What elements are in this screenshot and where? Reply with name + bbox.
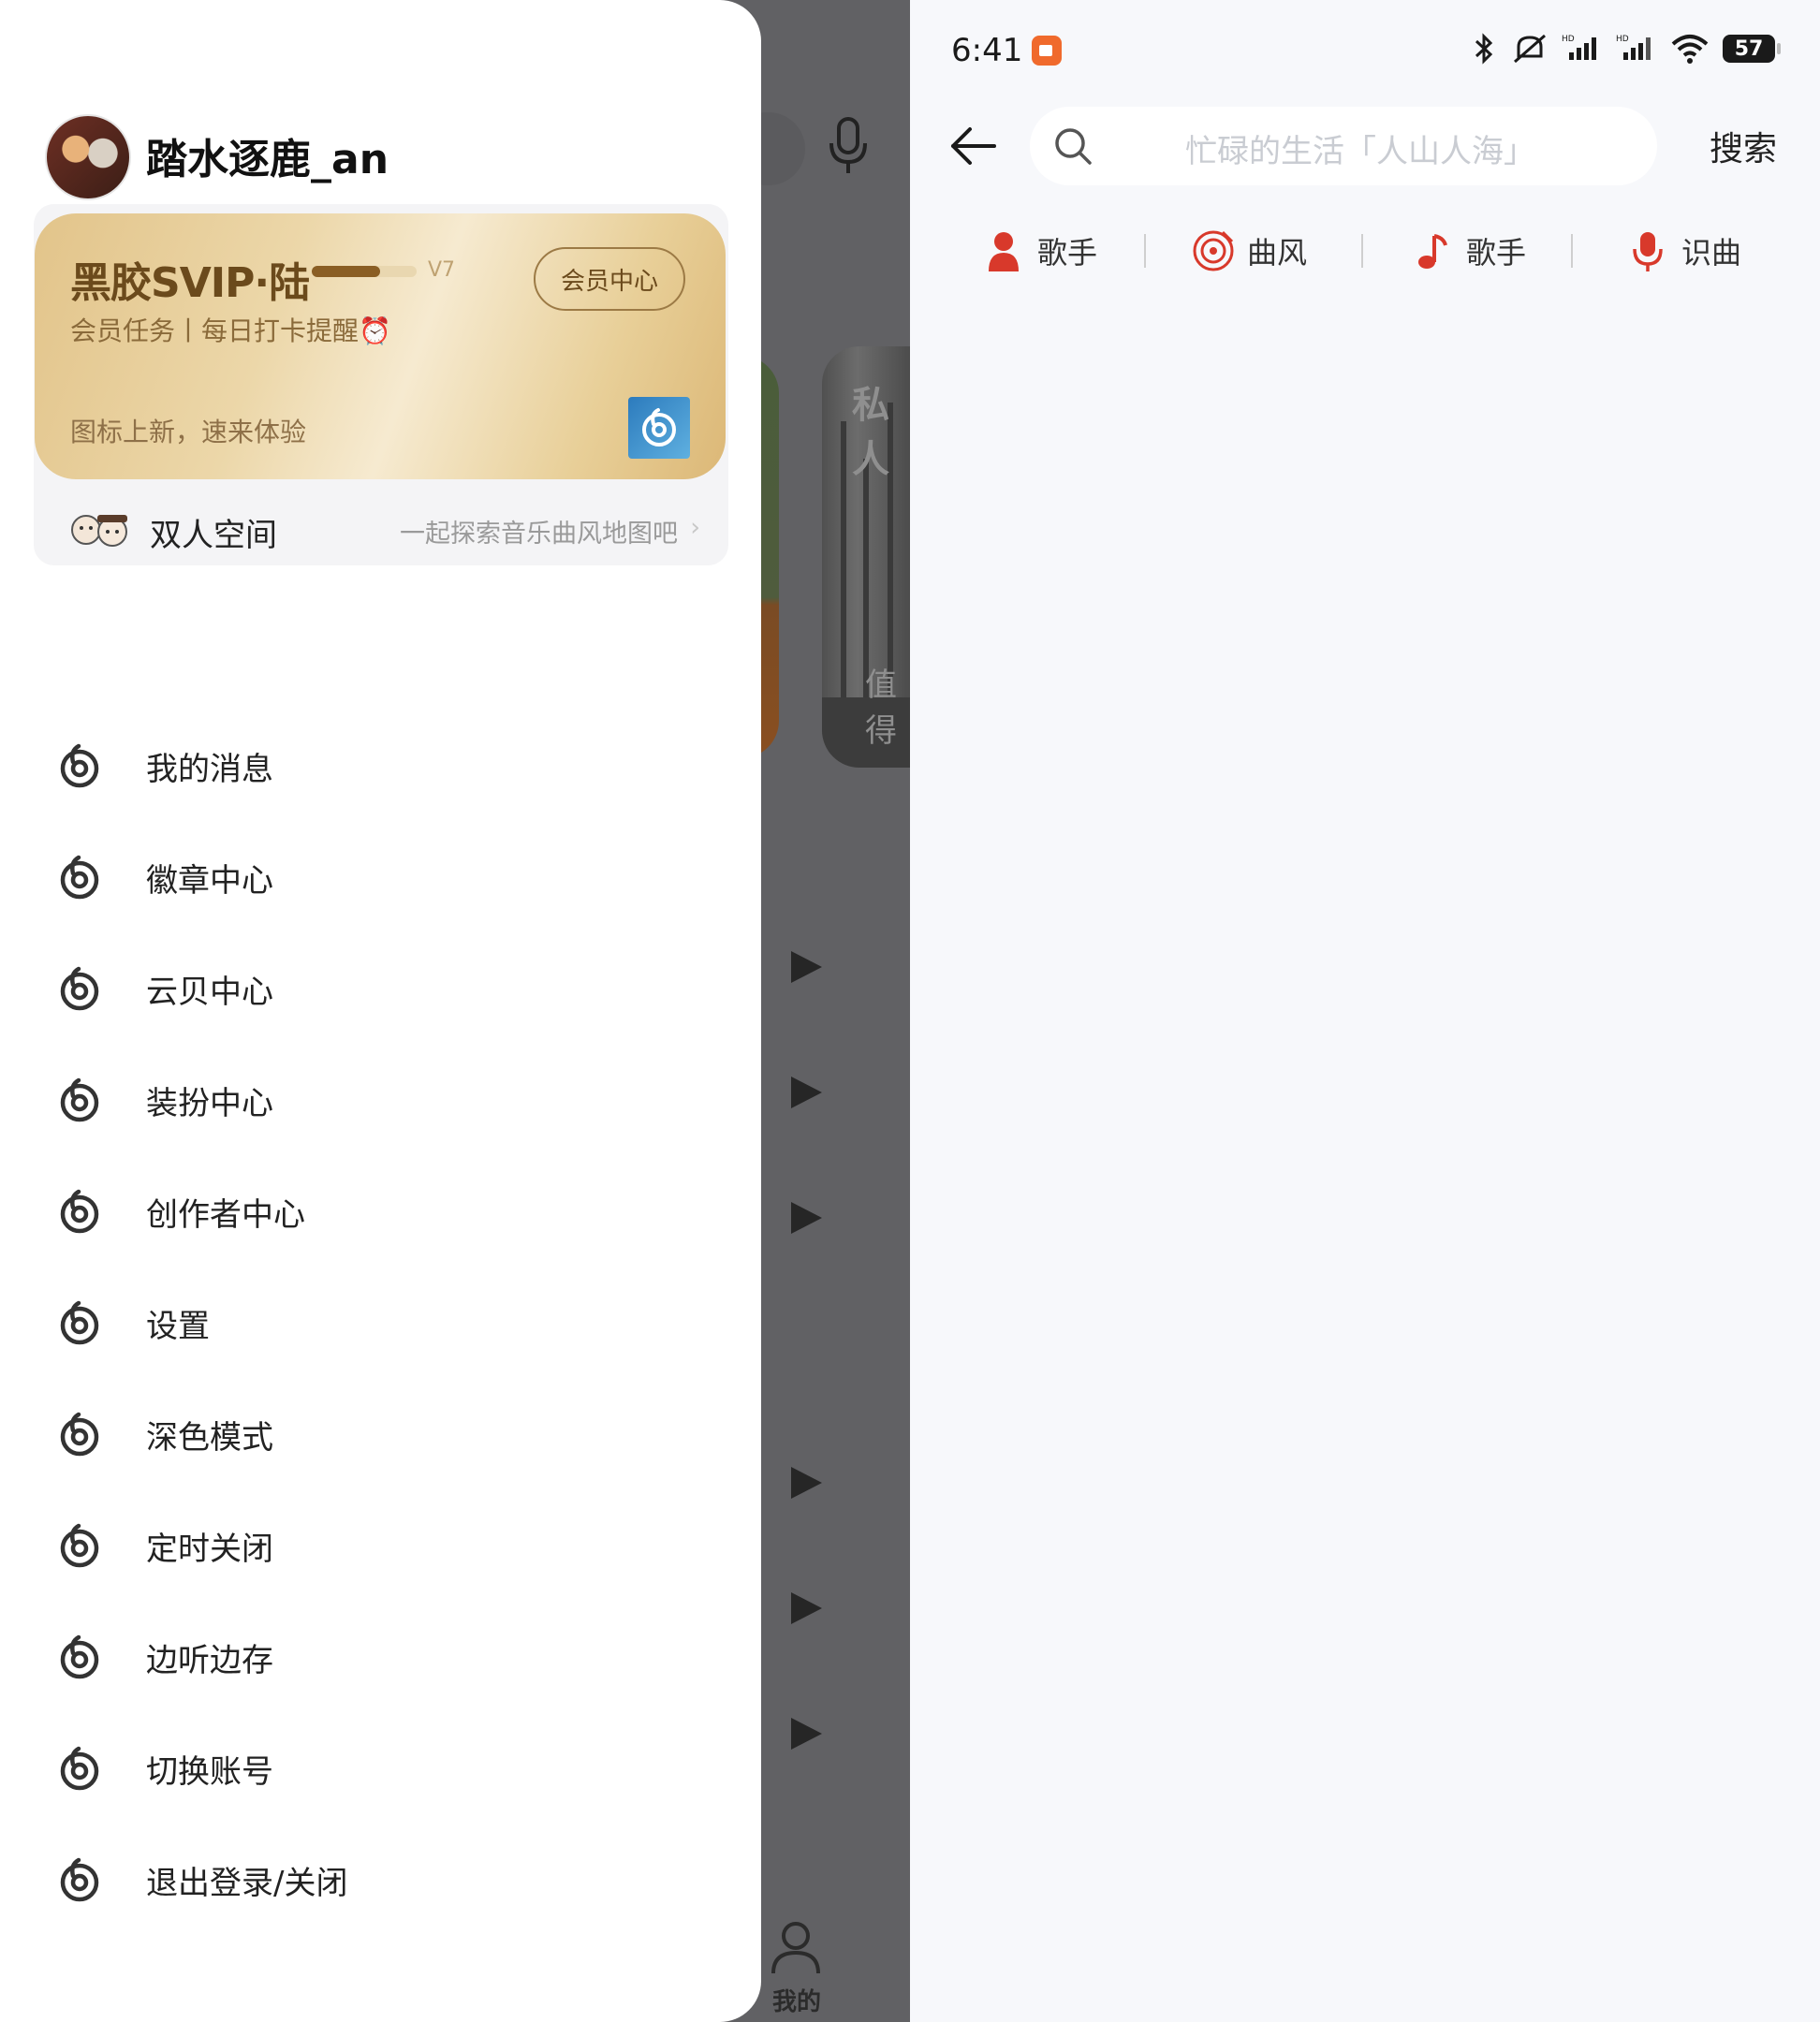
mic-icon: [1633, 232, 1663, 271]
vip-icon-note: 图标上新，速来体验: [70, 417, 307, 447]
drawer-menu-label: 设置: [146, 1307, 210, 1345]
netease-logo-icon: [56, 1077, 129, 1123]
background-card-private: 私人 值得: [822, 346, 910, 768]
search-screen: 6:41 HD HD 57 忙碌的生活「人山人海」 搜索 歌手 曲风 歌手 识曲: [910, 0, 1820, 2022]
battery-icon: 57: [1723, 35, 1781, 63]
vip-center-button[interactable]: 会员中心: [534, 247, 685, 311]
drawer-menu-label: 切换账号: [146, 1752, 273, 1791]
hd-signal-icon: HD: [1616, 35, 1651, 60]
chip-divider: [1144, 234, 1146, 268]
drawer-menu-item[interactable]: 装扮中心: [56, 1067, 712, 1133]
drawer-menu-item[interactable]: 深色模式: [56, 1401, 712, 1467]
netease-logo-icon: [642, 408, 676, 447]
avatar[interactable]: [45, 114, 131, 200]
netease-logo-icon: [56, 1188, 129, 1235]
app-icon-preview[interactable]: [628, 397, 690, 459]
duo-space-title: 双人空间: [150, 517, 277, 554]
chevron-right-icon: ›: [690, 513, 700, 542]
background-card-caption: 值得: [865, 667, 897, 750]
chip-divider: [1571, 234, 1573, 268]
drawer-menu-label: 退出登录/关闭: [146, 1864, 348, 1902]
background-play-icon: [791, 1202, 822, 1234]
drawer-menu-item[interactable]: 设置: [56, 1290, 712, 1355]
left-pane: 私人 值得 我的 踏水逐鹿_an 黑胶SVIP·陆 V7 会员任务丨每日打卡提醒…: [0, 0, 910, 2022]
chip-singer-2[interactable]: 歌手: [1410, 221, 1526, 281]
person-icon: [771, 1922, 820, 1974]
chip-singer[interactable]: 歌手: [981, 221, 1097, 281]
background-play-icon: [791, 951, 822, 983]
hd-signal-icon: HD: [1562, 35, 1596, 60]
background-mic-icon: [829, 117, 867, 173]
chip-label: 歌手: [1466, 235, 1527, 271]
tab-mine-label: 我的: [771, 1988, 821, 2016]
search-placeholder: 忙碌的生活「人山人海」: [1185, 133, 1535, 170]
side-drawer: 踏水逐鹿_an 黑胶SVIP·陆 V7 会员任务丨每日打卡提醒⏰ 会员中心 图标…: [0, 0, 761, 2022]
netease-logo-icon: [56, 1745, 129, 1792]
drawer-menu-item[interactable]: 边听边存: [56, 1624, 712, 1690]
chip-recognize[interactable]: 识曲: [1625, 221, 1741, 281]
status-time: 6:41: [951, 32, 1023, 69]
netease-logo-icon: [56, 1856, 129, 1903]
system-icons: HD HD 57: [1470, 32, 1781, 66]
back-arrow-icon[interactable]: [947, 120, 1000, 172]
chip-label: 曲风: [1247, 235, 1308, 271]
drawer-menu-item[interactable]: 我的消息: [56, 733, 712, 799]
background-play-icon: [791, 1467, 822, 1499]
drawer-menu-item[interactable]: 退出登录/关闭: [56, 1847, 712, 1912]
drawer-menu-label: 徽章中心: [146, 861, 273, 900]
vip-card[interactable]: 黑胶SVIP·陆 V7 会员任务丨每日打卡提醒⏰ 会员中心 图标上新，速来体验: [35, 213, 726, 479]
search-icon: [1055, 128, 1092, 165]
drawer-menu-item[interactable]: 创作者中心: [56, 1179, 712, 1244]
bluetooth-icon: [1475, 33, 1493, 65]
svg-text:HD: HD: [1562, 35, 1575, 44]
drawer-menu-label: 深色模式: [146, 1418, 273, 1457]
mute-icon: [1514, 34, 1546, 64]
drawer-menu-item[interactable]: 切换账号: [56, 1736, 712, 1801]
wifi-icon: [1671, 35, 1709, 64]
svg-text:HD: HD: [1616, 35, 1629, 44]
search-input[interactable]: 忙碌的生活「人山人海」: [1030, 107, 1657, 185]
background-play-icon: [791, 1077, 822, 1108]
chip-genre[interactable]: 曲风: [1191, 221, 1307, 281]
username[interactable]: 踏水逐鹿_an: [146, 125, 389, 185]
drawer-menu-label: 装扮中心: [146, 1084, 273, 1122]
netease-logo-icon: [56, 742, 129, 789]
duo-avatars-icon: [71, 515, 127, 547]
search-button[interactable]: 搜索: [1710, 122, 1777, 170]
chip-divider: [1361, 234, 1363, 268]
duo-space-desc: 一起探索音乐曲风地图吧: [400, 520, 678, 549]
chip-label: 识曲: [1681, 235, 1742, 271]
vip-subtitle[interactable]: 会员任务丨每日打卡提醒⏰: [70, 311, 391, 348]
vip-title: 黑胶SVIP·陆: [70, 259, 310, 307]
drawer-menu-item[interactable]: 云贝中心: [56, 956, 712, 1021]
search-chips: 歌手 曲风 歌手 识曲: [910, 221, 1820, 286]
music-note-icon: [1418, 234, 1447, 269]
netease-logo-icon: [56, 1634, 129, 1680]
drawer-menu-label: 我的消息: [146, 750, 273, 788]
vinyl-icon: [1193, 230, 1234, 271]
drawer-menu-item[interactable]: 徽章中心: [56, 844, 712, 910]
vip-level-progress: [312, 266, 417, 277]
screen-record-icon: [1032, 36, 1062, 66]
background-play-icon: [791, 1592, 822, 1624]
singer-icon: [989, 232, 1019, 271]
chip-label: 歌手: [1037, 235, 1098, 271]
drawer-menu-item[interactable]: 定时关闭: [56, 1513, 712, 1578]
drawer-menu-label: 边听边存: [146, 1641, 273, 1679]
duo-space-row[interactable]: 双人空间 一起探索音乐曲风地图吧 ›: [34, 496, 728, 565]
drawer-menu-label: 定时关闭: [146, 1530, 273, 1568]
drawer-menu-label: 云贝中心: [146, 973, 273, 1011]
status-bar: 6:41 HD HD 57: [910, 0, 1820, 103]
netease-logo-icon: [56, 1299, 129, 1346]
netease-logo-icon: [56, 965, 129, 1012]
netease-logo-icon: [56, 1411, 129, 1458]
background-card-title: 私人: [852, 384, 889, 481]
netease-logo-icon: [56, 1522, 129, 1569]
drawer-menu-label: 创作者中心: [146, 1195, 305, 1234]
tab-mine[interactable]: 我的: [770, 1919, 822, 2016]
vip-level-progress-fill: [312, 266, 380, 277]
background-play-icon: [791, 1718, 822, 1750]
netease-logo-icon: [56, 854, 129, 901]
vip-level: V7: [428, 258, 456, 282]
